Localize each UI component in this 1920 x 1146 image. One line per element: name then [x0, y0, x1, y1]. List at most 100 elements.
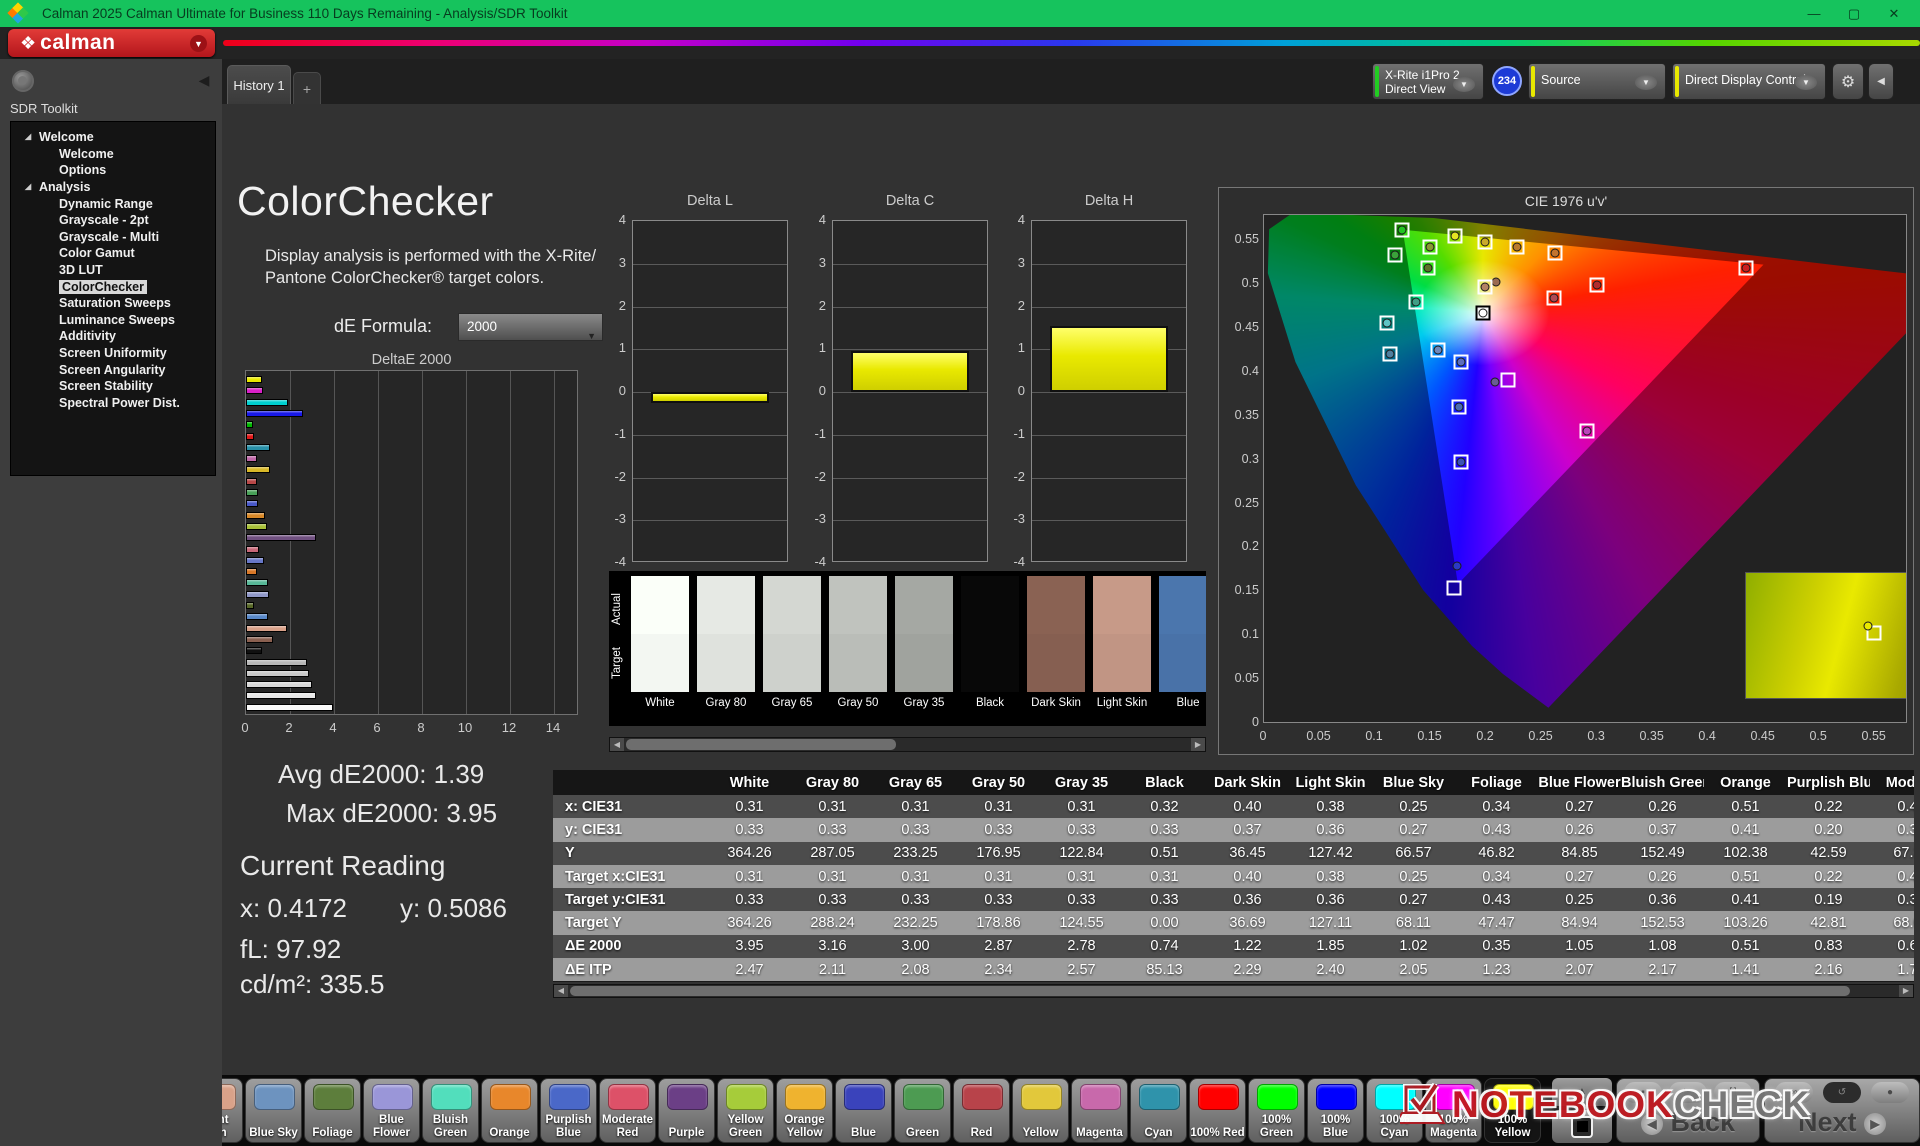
play-icon[interactable]: ▶ [1669, 1082, 1707, 1103]
calman-menu-chevron-icon[interactable]: ▼ [190, 35, 207, 52]
sidebar-item-spectral-power-dist-[interactable]: Spectral Power Dist. [11, 395, 215, 412]
table-header-cell: Orange [1720, 774, 1771, 791]
sidebar-item-grayscale-2pt[interactable]: Grayscale - 2pt [11, 212, 215, 229]
patch-button-orange-yellow[interactable]: Orange Yellow [776, 1078, 833, 1143]
back-button-cluster[interactable]: ▪ ▶ ⁅⁆ ◀ Back [1616, 1078, 1760, 1143]
title-bar: Calman 2025 Calman Ultimate for Business… [0, 0, 1920, 27]
measured-point [1582, 426, 1592, 436]
minimize-button[interactable]: — [1794, 0, 1834, 27]
patch-button-label: Green [905, 1126, 940, 1139]
sidebar-item-label: Welcome [39, 130, 94, 145]
patch-button-yellow[interactable]: Yellow [1012, 1078, 1069, 1143]
table-cell: 3.16 [818, 938, 847, 955]
patch-strip-scrollbar[interactable]: ◀ ▶ [609, 737, 1206, 752]
y-tick-label: 0 [1252, 715, 1259, 729]
display-control-status-bar [1675, 66, 1679, 97]
calman-menu-button[interactable]: ❖ calman ▼ [8, 29, 215, 57]
patch-button-100-green[interactable]: 100% Green [1248, 1078, 1305, 1143]
scroll-left-icon[interactable]: ◀ [610, 738, 624, 751]
patch-button-orange[interactable]: Orange [481, 1078, 538, 1143]
sidebar-item-welcome[interactable]: Welcome [11, 146, 215, 163]
scrollbar-thumb[interactable] [570, 986, 1850, 996]
patch-button-purplish-blue[interactable]: Purplish Blue [540, 1078, 597, 1143]
source-dropdown[interactable]: Source ▼ [1528, 63, 1666, 100]
sidebar-item-additivity[interactable]: Additivity [11, 328, 215, 345]
display-control-dropdown[interactable]: Direct Display Control ▼ [1672, 63, 1826, 100]
table-cell: 0.22 [1814, 868, 1843, 885]
patch-button-purple[interactable]: Purple [658, 1078, 715, 1143]
patch-button-red[interactable]: Red [953, 1078, 1010, 1143]
link-icon[interactable]: ∞ [1775, 1082, 1813, 1103]
de-bar [246, 398, 288, 406]
tab-history-1[interactable]: History 1 [227, 65, 291, 104]
patch-button-label: Cyan [1144, 1126, 1173, 1139]
patch-button-blue-flower[interactable]: Blue Flower [363, 1078, 420, 1143]
sidebar-item-analysis[interactable]: ◢ Analysis [11, 179, 215, 196]
patch-button-blue-sky[interactable]: Blue Sky [245, 1078, 302, 1143]
table-scrollbar[interactable]: ◀ ▶ [553, 984, 1914, 998]
workflow-dot-button[interactable] [12, 70, 34, 92]
close-button[interactable]: ✕ [1874, 0, 1914, 27]
patch-button-light-skin[interactable]: Light Skin [222, 1078, 243, 1143]
x-tick-label: 0.3 [1587, 729, 1605, 743]
sidebar-item-label: Grayscale - 2pt [59, 213, 149, 228]
patch-button-foliage[interactable]: Foliage [304, 1078, 361, 1143]
sidebar-collapse-button[interactable]: ◀ [194, 70, 214, 90]
sidebar-item-screen-angularity[interactable]: Screen Angularity [11, 361, 215, 378]
settings-button[interactable]: ⚙ [1832, 63, 1864, 100]
scrollbar-thumb[interactable] [626, 739, 896, 750]
patch-button-moderate-red[interactable]: Moderate Red [599, 1078, 656, 1143]
table-cell: 0.36 [1648, 891, 1677, 908]
patch-button-yellow-green[interactable]: Yellow Green [717, 1078, 774, 1143]
y-tick-label: 0.1 [1241, 627, 1259, 642]
deltae-bar-chart [245, 370, 578, 715]
expand-bar-button[interactable]: ▲ [1552, 1078, 1612, 1106]
scroll-left-icon[interactable]: ◀ [554, 985, 568, 997]
patch-button-green[interactable]: Green [894, 1078, 951, 1143]
tree-expand-icon[interactable]: ◢ [25, 183, 33, 191]
patch-button-100-blue[interactable]: 100% Blue [1307, 1078, 1364, 1143]
tree-expand-icon[interactable]: ◢ [25, 133, 33, 141]
sidebar-item-welcome[interactable]: ◢ Welcome [11, 129, 215, 146]
scroll-right-icon[interactable]: ▶ [1899, 985, 1913, 997]
loop-icon[interactable]: ↺ [1823, 1082, 1861, 1103]
sidebar-item-colorchecker[interactable]: ColorChecker [11, 278, 215, 295]
sidebar-item-color-gamut[interactable]: Color Gamut [11, 245, 215, 262]
table-row-label: Y [565, 845, 575, 862]
patch-button-bluish-green[interactable]: Bluish Green [422, 1078, 479, 1143]
capture-icon[interactable]: ▪ [1624, 1082, 1662, 1103]
sidebar-item-label: Saturation Sweeps [59, 296, 171, 311]
dot-icon[interactable]: ● [1871, 1082, 1909, 1103]
next-button[interactable]: Next ▶ [1765, 1107, 1919, 1138]
meter-dropdown[interactable]: X-Rite i1Pro 2 Direct View ▼ [1372, 63, 1484, 100]
collapse-panel-button[interactable]: ◀ [1868, 63, 1894, 100]
back-button[interactable]: ◀ Back [1617, 1107, 1759, 1138]
sidebar-item-options[interactable]: Options [11, 162, 215, 179]
patch-button-cyan[interactable]: Cyan [1130, 1078, 1187, 1143]
maximize-button[interactable]: ▢ [1834, 0, 1874, 27]
patch-button-blue[interactable]: Blue [835, 1078, 892, 1143]
stop-button[interactable] [1552, 1110, 1612, 1143]
patch-button-100-cyan[interactable]: 100% Cyan [1366, 1078, 1423, 1143]
sidebar-item-screen-uniformity[interactable]: Screen Uniformity [11, 345, 215, 362]
patch-button-100-yellow[interactable]: 100% Yellow [1484, 1078, 1541, 1143]
sidebar-item-3d-lut[interactable]: 3D LUT [11, 262, 215, 279]
de-bar [246, 681, 312, 689]
meter-count-badge[interactable]: 234 [1492, 66, 1522, 96]
add-tab-button[interactable]: + [293, 72, 321, 104]
patch-button-100-red[interactable]: 100% Red [1189, 1078, 1246, 1143]
table-cell: 0.33 [818, 821, 847, 838]
scroll-right-icon[interactable]: ▶ [1191, 738, 1205, 751]
patch-button-magenta[interactable]: Magenta [1071, 1078, 1128, 1143]
sidebar-item-dynamic-range[interactable]: Dynamic Range [11, 195, 215, 212]
sidebar-item-grayscale-multi[interactable]: Grayscale - Multi [11, 229, 215, 246]
sidebar-item-label: Screen Angularity [59, 362, 166, 377]
patch-button-100-magenta[interactable]: 100% Magenta [1425, 1078, 1482, 1143]
sidebar-item-saturation-sweeps[interactable]: Saturation Sweeps [11, 295, 215, 312]
bracket-icon[interactable]: ⁅⁆ [1714, 1082, 1752, 1103]
sidebar-item-screen-stability[interactable]: Screen Stability [11, 378, 215, 395]
y-tick-label: 2 [618, 297, 626, 313]
next-button-cluster[interactable]: ∞ ↺ ● Next ▶ [1764, 1078, 1920, 1143]
de-formula-dropdown[interactable]: 2000 ▼ [458, 313, 603, 341]
sidebar-item-luminance-sweeps[interactable]: Luminance Sweeps [11, 312, 215, 329]
